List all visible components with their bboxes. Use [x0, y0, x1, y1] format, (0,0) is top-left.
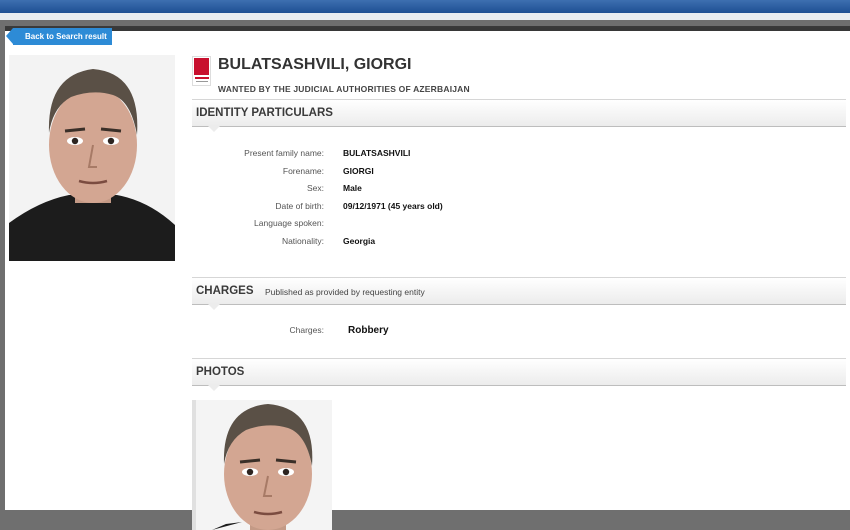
field-nationality: Nationality: Georgia	[192, 236, 592, 250]
charges-section-header: CHARGES Published as provided by request…	[192, 277, 846, 310]
field-family-name: Present family name: BULATSASHVILI	[192, 148, 592, 162]
photos-section-header: PHOTOS	[192, 358, 846, 391]
field-value: Robbery	[348, 325, 389, 336]
field-date-of-birth: Date of birth: 09/12/1971 (45 years old)	[192, 201, 592, 215]
field-label: Present family name:	[244, 148, 324, 158]
wanted-by-text: WANTED BY THE JUDICIAL AUTHORITIES OF AZ…	[218, 84, 470, 94]
field-label: Date of birth:	[275, 201, 324, 211]
person-name: BULATSASHVILI, GIORGI	[218, 56, 412, 73]
section-notch	[208, 304, 220, 310]
top-bar-edge	[0, 13, 850, 20]
charges-section-title: CHARGES	[196, 285, 254, 297]
field-value: Georgia	[343, 236, 376, 246]
field-forename: Forename: GIORGI	[192, 166, 592, 180]
field-label: Sex:	[306, 183, 324, 193]
back-button-label: Back to Search result	[25, 32, 107, 41]
portrait-photo[interactable]	[9, 55, 175, 261]
field-label: Language spoken:	[254, 218, 324, 228]
photo-thumbnail[interactable]	[192, 400, 332, 530]
field-value: Male	[343, 183, 362, 193]
field-value: 09/12/1971 (45 years old)	[343, 201, 443, 211]
photos-section-title: PHOTOS	[196, 366, 245, 378]
identity-section-header: IDENTITY PARTICULARS	[192, 99, 846, 132]
browser-top-bar	[0, 0, 850, 13]
portrait-image	[9, 55, 175, 261]
identity-section-title: IDENTITY PARTICULARS	[196, 107, 333, 119]
photo-thumbnail-image	[192, 400, 332, 530]
field-label: Charges:	[289, 325, 325, 335]
back-to-search-button[interactable]: Back to Search result	[6, 28, 112, 45]
section-notch	[208, 385, 220, 391]
field-language-spoken: Language spoken:	[192, 218, 592, 232]
field-value: BULATSASHVILI	[343, 148, 411, 158]
charges-section-subtitle: Published as provided by requesting enti…	[265, 287, 425, 297]
field-sex: Sex: Male	[192, 183, 592, 197]
field-label: Forename:	[282, 166, 324, 176]
field-value: GIORGI	[343, 166, 374, 176]
field-charges: Charges: Robbery	[192, 325, 592, 339]
interpol-logo-icon	[192, 56, 211, 86]
section-notch	[208, 126, 220, 132]
field-label: Nationality:	[281, 236, 324, 246]
